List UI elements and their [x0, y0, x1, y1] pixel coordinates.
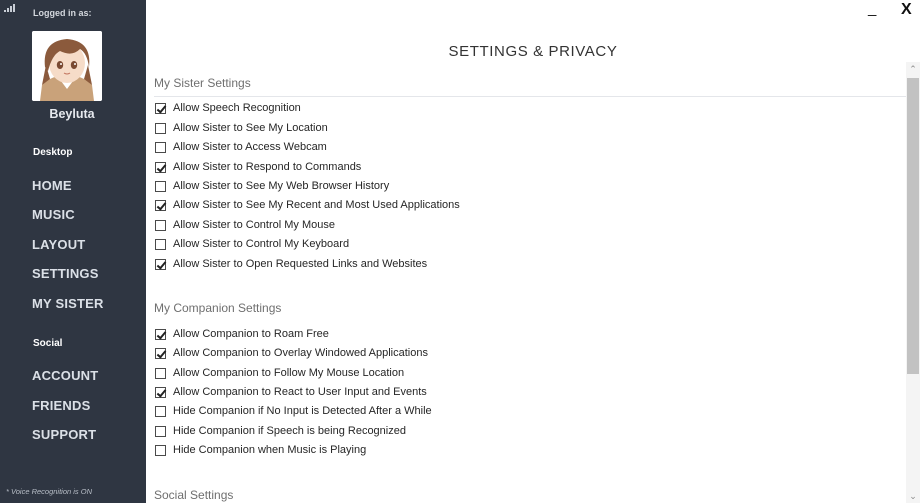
desktop-section-title: Desktop	[33, 147, 73, 158]
avatar[interactable]	[32, 31, 102, 101]
chevron-up-icon[interactable]: ⌃	[906, 62, 920, 76]
option-label: Allow Speech Recognition	[173, 102, 301, 114]
option-browser-history[interactable]: Allow Sister to See My Web Browser Histo…	[155, 179, 389, 193]
settings-content: My Sister Settings Allow Speech Recognit…	[146, 70, 906, 503]
nav-music[interactable]: MUSIC	[32, 207, 75, 222]
option-label: Hide Companion when Music is Playing	[173, 444, 367, 456]
vertical-scrollbar[interactable]: ⌃ ⌄	[906, 62, 920, 503]
username: Beyluta	[49, 107, 95, 121]
page-title: SETTINGS & PRIVACY	[448, 43, 618, 60]
option-label: Hide Companion if Speech is being Recogn…	[173, 425, 406, 437]
checkbox[interactable]	[155, 425, 166, 437]
option-open-links[interactable]: Allow Sister to Open Requested Links and…	[155, 257, 427, 271]
option-react-input[interactable]: Allow Companion to React to User Input a…	[155, 385, 427, 399]
checkbox[interactable]	[155, 161, 166, 173]
option-label: Allow Sister to Control My Keyboard	[173, 238, 350, 250]
option-access-webcam[interactable]: Allow Sister to Access Webcam	[155, 140, 327, 154]
checkbox[interactable]	[155, 258, 166, 270]
option-recent-applications[interactable]: Allow Sister to See My Recent and Most U…	[155, 198, 460, 212]
checkbox[interactable]	[155, 122, 166, 134]
checkbox[interactable]	[155, 347, 166, 359]
option-speech-recognition[interactable]: Allow Speech Recognition	[155, 101, 301, 115]
group-title-sister: My Sister Settings	[154, 76, 251, 90]
checkbox[interactable]	[155, 180, 166, 192]
checkbox[interactable]	[155, 141, 166, 153]
nav-settings[interactable]: SETTINGS	[32, 266, 99, 281]
nav-my-sister[interactable]: MY SISTER	[32, 296, 104, 311]
option-label: Allow Sister to See My Location	[173, 122, 328, 134]
option-roam-free[interactable]: Allow Companion to Roam Free	[155, 327, 329, 341]
option-label: Allow Companion to Roam Free	[173, 328, 329, 340]
nav-account[interactable]: ACCOUNT	[32, 368, 98, 383]
minimize-button[interactable]: _	[868, 0, 882, 20]
checkbox[interactable]	[155, 386, 166, 398]
option-label: Allow Companion to React to User Input a…	[173, 386, 427, 398]
option-label: Allow Companion to Follow My Mouse Locat…	[173, 367, 405, 379]
option-label: Allow Sister to Control My Mouse	[173, 219, 335, 231]
option-control-mouse[interactable]: Allow Sister to Control My Mouse	[155, 218, 335, 232]
group-title-companion: My Companion Settings	[154, 301, 282, 315]
checkbox[interactable]	[155, 405, 166, 417]
checkbox[interactable]	[155, 238, 166, 250]
logged-in-label: Logged in as:	[33, 8, 92, 18]
checkbox[interactable]	[155, 219, 166, 231]
option-label: Hide Companion if No Input is Detected A…	[173, 405, 432, 417]
nav-layout[interactable]: LAYOUT	[32, 237, 85, 252]
sidebar: Logged in as: Beyluta Desktop HOME MUSIC…	[0, 0, 146, 503]
checkbox[interactable]	[155, 102, 166, 114]
nav-home[interactable]: HOME	[32, 178, 72, 193]
option-follow-mouse[interactable]: Allow Companion to Follow My Mouse Locat…	[155, 366, 404, 380]
checkbox[interactable]	[155, 444, 166, 456]
nav-support[interactable]: SUPPORT	[32, 427, 96, 442]
nav-friends[interactable]: FRIENDS	[32, 398, 90, 413]
option-label: Allow Sister to Access Webcam	[173, 141, 327, 153]
option-label: Allow Sister to See My Recent and Most U…	[173, 199, 460, 211]
group-divider	[154, 96, 906, 97]
option-label: Allow Companion to Overlay Windowed Appl…	[173, 347, 428, 359]
checkbox[interactable]	[155, 328, 166, 340]
scroll-thumb[interactable]	[907, 78, 919, 374]
option-control-keyboard[interactable]: Allow Sister to Control My Keyboard	[155, 237, 349, 251]
option-hide-speech[interactable]: Hide Companion if Speech is being Recogn…	[155, 424, 406, 438]
option-label: Allow Sister to Respond to Commands	[173, 161, 362, 173]
option-label: Allow Sister to Open Requested Links and…	[173, 258, 428, 270]
voice-recognition-status: * Voice Recognition is ON	[6, 487, 93, 496]
option-hide-music[interactable]: Hide Companion when Music is Playing	[155, 443, 366, 457]
option-overlay-windowed[interactable]: Allow Companion to Overlay Windowed Appl…	[155, 346, 428, 360]
checkbox[interactable]	[155, 199, 166, 211]
signal-bars-icon	[4, 4, 15, 12]
user-avatar-icon	[32, 31, 102, 101]
option-label: Allow Sister to See My Web Browser Histo…	[173, 180, 390, 192]
chevron-down-icon[interactable]: ⌄	[906, 489, 920, 503]
close-button[interactable]: X	[901, 1, 912, 19]
option-hide-no-input[interactable]: Hide Companion if No Input is Detected A…	[155, 404, 432, 418]
checkbox[interactable]	[155, 367, 166, 379]
option-see-location[interactable]: Allow Sister to See My Location	[155, 121, 328, 135]
group-title-social: Social Settings	[154, 488, 234, 502]
option-respond-commands[interactable]: Allow Sister to Respond to Commands	[155, 160, 361, 174]
social-section-title: Social	[33, 338, 63, 349]
